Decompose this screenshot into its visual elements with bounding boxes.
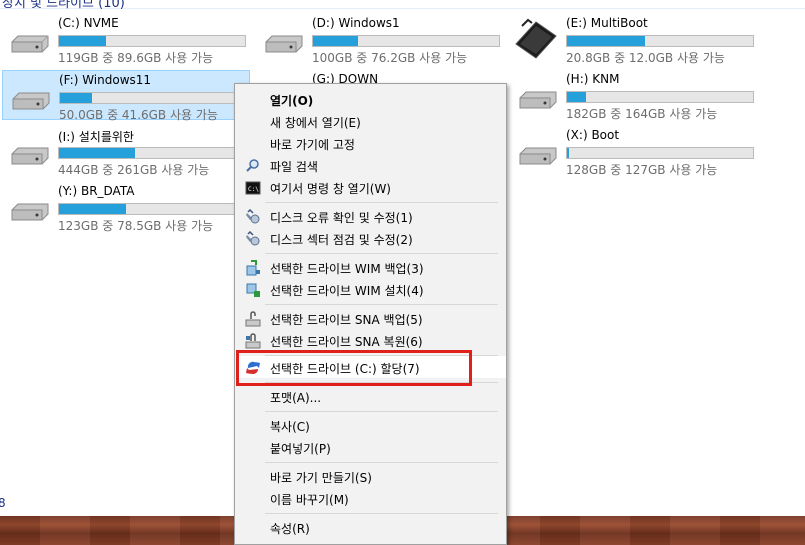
menu-item-open-new-window[interactable]: 새 창에서 열기(E) (237, 111, 504, 133)
drive-i[interactable]: (I:) 설치를위한 444GB 중 261GB 사용 가능 (2, 126, 250, 177)
menu-item-label: 디스크 섹터 점검 및 수정(2) (270, 233, 413, 247)
menu-item-label: 복사(C) (270, 420, 310, 434)
menu-separator (265, 304, 498, 305)
menu-separator (265, 411, 498, 412)
wim-install-icon (246, 283, 260, 297)
section-title: 장치 및 드라이브 (10) (2, 0, 125, 11)
menu-item-rename[interactable]: 이름 바꾸기(M) (237, 488, 504, 510)
hard-drive-icon (12, 92, 50, 110)
drive-usage-bar (58, 35, 246, 47)
drive-usage-bar (312, 35, 500, 47)
menu-item-open-cmd[interactable]: C:\ 여기서 명령 창 열기(W) (237, 177, 504, 199)
drive-free-space: 444GB 중 261GB 사용 가능 (58, 163, 210, 177)
menu-separator (265, 462, 498, 463)
hard-drive-icon (11, 35, 49, 53)
menu-item-label: 붙여넣기(P) (270, 442, 331, 456)
menu-item-wim-backup[interactable]: 선택한 드라이브 WIM 백업(3) (237, 257, 504, 279)
context-menu: 열기(O) 새 창에서 열기(E) 바로 가기에 고정 파일 검색 C:\ 여기… (234, 83, 507, 545)
hard-drive-icon (11, 147, 49, 165)
menu-item-label: 바로 가기 만들기(S) (270, 471, 372, 485)
menu-item-paste[interactable]: 붙여넣기(P) (237, 437, 504, 459)
drive-free-space: 128GB 중 127GB 사용 가능 (566, 163, 718, 177)
drive-free-space: 20.8GB 중 12.0GB 사용 가능 (566, 51, 725, 65)
cmd-icon: C:\ (245, 181, 261, 195)
menu-item-label: 디스크 오류 확인 및 수정(1) (270, 211, 413, 225)
external-drive-icon (515, 18, 557, 59)
wim-backup-icon (246, 260, 260, 276)
drive-y[interactable]: (Y:) BR_DATA 123GB 중 78.5GB 사용 가능 (2, 182, 250, 233)
menu-item-label: 속성(R) (270, 522, 310, 536)
svg-text:C:\: C:\ (248, 186, 259, 193)
drive-free-space: 50.0GB 중 41.6GB 사용 가능 (59, 108, 218, 122)
drive-name: (I:) 설치를위한 (58, 130, 134, 144)
drive-usage-bar (566, 91, 754, 103)
menu-item-label: 열기(O) (270, 94, 314, 108)
drive-c[interactable]: (C:) NVME 119GB 중 89.6GB 사용 가능 (2, 14, 250, 65)
menu-item-label: 바로 가기에 고정 (270, 138, 355, 152)
drive-h[interactable]: (H:) KNM 182GB 중 164GB 사용 가능 (510, 70, 758, 121)
disk-tool-icon (246, 209, 260, 224)
menu-item-format[interactable]: 포맷(A)... (237, 386, 504, 408)
hard-drive-icon (519, 147, 557, 165)
drive-free-space: 100GB 중 76.2GB 사용 가능 (312, 51, 468, 65)
drive-name: (Y:) BR_DATA (58, 184, 135, 198)
menu-item-pin-quick-access[interactable]: 바로 가기에 고정 (237, 133, 504, 155)
menu-item-label: 여기서 명령 창 열기(W) (270, 182, 391, 196)
drive-usage-bar (59, 92, 247, 104)
drive-free-space: 182GB 중 164GB 사용 가능 (566, 107, 718, 121)
menu-item-file-search[interactable]: 파일 검색 (237, 155, 504, 177)
menu-item-label: 포맷(A)... (270, 391, 322, 405)
hard-drive-icon (11, 203, 49, 221)
menu-item-sna-backup[interactable]: 선택한 드라이브 SNA 백업(5) (237, 308, 504, 330)
menu-separator (265, 202, 498, 203)
sna-backup-icon (245, 311, 261, 327)
menu-item-sector-check[interactable]: 디스크 섹터 점검 및 수정(2) (237, 228, 504, 250)
hard-drive-icon (519, 91, 557, 109)
menu-item-label: 선택한 드라이브 SNA 복원(6) (270, 335, 423, 349)
drive-usage-bar (566, 35, 754, 47)
drive-name: (X:) Boot (566, 128, 620, 142)
drive-d[interactable]: (D:) Windows1 100GB 중 76.2GB 사용 가능 (256, 14, 504, 65)
drive-usage-bar (566, 147, 754, 159)
left-edge-marker: 8 (0, 496, 6, 510)
menu-item-create-shortcut[interactable]: 바로 가기 만들기(S) (237, 466, 504, 488)
section-header[interactable]: 장치 및 드라이브 (10) (0, 0, 805, 11)
menu-item-label: 새 창에서 열기(E) (270, 116, 361, 130)
drive-e[interactable]: (E:) MultiBoot 20.8GB 중 12.0GB 사용 가능 (510, 14, 758, 65)
hard-drive-icon (265, 35, 303, 53)
annotation-highlight-box (236, 350, 472, 386)
drive-usage-bar (58, 203, 246, 215)
drive-name: (E:) MultiBoot (566, 16, 648, 30)
menu-item-sna-restore[interactable]: 선택한 드라이브 SNA 복원(6) (237, 330, 504, 352)
menu-item-disk-check[interactable]: 디스크 오류 확인 및 수정(1) (237, 206, 504, 228)
menu-item-label: 선택한 드라이브 WIM 백업(3) (270, 262, 424, 276)
menu-item-copy[interactable]: 복사(C) (237, 415, 504, 437)
menu-item-label: 선택한 드라이브 WIM 설치(4) (270, 284, 424, 298)
drive-usage-bar (58, 147, 246, 159)
drive-name: (F:) Windows11 (59, 73, 152, 87)
sna-restore-icon (245, 333, 261, 349)
menu-item-properties[interactable]: 속성(R) (237, 517, 504, 539)
menu-item-label: 선택한 드라이브 SNA 백업(5) (270, 313, 423, 327)
menu-item-wim-install[interactable]: 선택한 드라이브 WIM 설치(4) (237, 279, 504, 301)
drive-x[interactable]: (X:) Boot 128GB 중 127GB 사용 가능 (510, 126, 758, 177)
drive-name: (D:) Windows1 (312, 16, 400, 30)
drive-free-space: 123GB 중 78.5GB 사용 가능 (58, 219, 214, 233)
menu-item-label: 파일 검색 (270, 160, 318, 174)
menu-separator (265, 513, 498, 514)
menu-item-open[interactable]: 열기(O) (237, 89, 504, 111)
drive-free-space: 119GB 중 89.6GB 사용 가능 (58, 51, 214, 65)
drive-name: (C:) NVME (58, 16, 119, 30)
search-icon (246, 159, 259, 172)
disk-tool-icon (246, 231, 260, 246)
drive-f[interactable]: (F:) Windows11 50.0GB 중 41.6GB 사용 가능 (2, 70, 250, 122)
drive-name: (H:) KNM (566, 72, 620, 86)
menu-item-label: 이름 바꾸기(M) (270, 493, 349, 507)
menu-separator (265, 253, 498, 254)
